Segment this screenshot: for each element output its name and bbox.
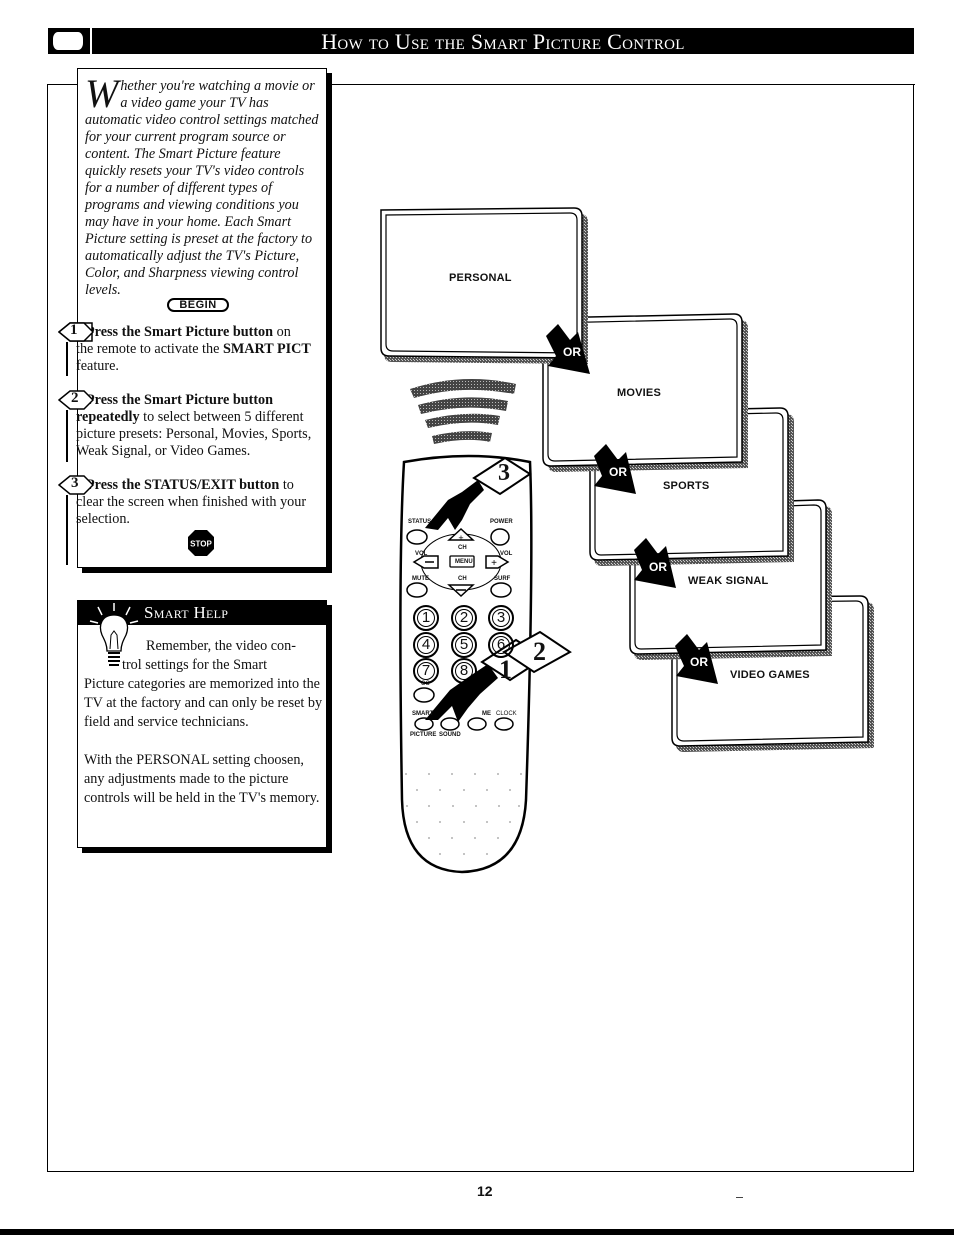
stray-mark [736, 1197, 743, 1198]
picture-label: PICTURE [410, 732, 437, 738]
ch-down-label: CH [458, 576, 467, 582]
stop-sign-icon: STOP [188, 530, 214, 556]
status-exit-button[interactable] [406, 529, 428, 545]
page-title-bar: How to Use the Smart Picture Control [92, 28, 914, 54]
or-label: OR [690, 655, 708, 669]
smart-help-title: Smart Help [144, 603, 229, 622]
frame-divider [47, 84, 77, 85]
or-label: OR [609, 465, 627, 479]
digit-button-5[interactable]: 5 [451, 632, 477, 658]
digit-button-4[interactable]: 4 [413, 632, 439, 658]
step-number: 2 [71, 390, 79, 406]
digit-button-7[interactable]: 7 [413, 658, 439, 684]
tv-label-personal: PERSONAL [449, 272, 512, 284]
page-title: How to Use the Smart Picture Control [321, 29, 685, 54]
menu-label[interactable]: MENU [455, 559, 473, 565]
vol-down-label: VOL [415, 551, 428, 557]
intro-paragraph: Whether you're watching a movie or a vid… [85, 71, 319, 299]
time-button[interactable] [467, 717, 487, 731]
smart-label: SMART [412, 711, 434, 717]
tv-label-video-games: VIDEO GAMES [730, 669, 810, 681]
callout-step-1: 1 [499, 655, 512, 684]
signal-waves-icon [410, 379, 516, 444]
sound-label: SOUND [439, 732, 461, 738]
ch-up-label: CH [458, 545, 467, 551]
svg-text:+: + [491, 558, 497, 569]
cc-button[interactable] [413, 687, 435, 703]
step-3: 3 Press the STATUS/EXIT button to clear … [58, 475, 320, 565]
step-connector [66, 495, 68, 565]
page-number: 12 [477, 1183, 493, 1199]
mute-label: MUTE [412, 576, 429, 582]
svg-text:STOP: STOP [190, 540, 212, 549]
callout-step-3: 3 [498, 460, 510, 486]
step-number: 1 [70, 322, 78, 338]
step-1: 1 Press the Smart Picture button on the … [58, 322, 320, 376]
vol-up-label: VOL [500, 551, 513, 557]
digit-button-1[interactable]: 1 [413, 605, 439, 631]
smart-help-text: Remember, the video con- trol settings f… [84, 638, 323, 806]
step-text: Press the Smart Picture button repeatedl… [76, 392, 312, 459]
step-connector [66, 342, 68, 376]
svg-text:+: + [458, 533, 463, 543]
step-number: 3 [71, 475, 79, 491]
digit-button-2[interactable]: 2 [451, 605, 477, 631]
surf-label: SURF [494, 576, 511, 582]
clock-button[interactable] [494, 717, 514, 731]
surf-button[interactable] [490, 582, 512, 598]
time-label: ME [482, 711, 491, 717]
frame-divider [330, 84, 915, 85]
or-label: OR [649, 560, 667, 574]
or-label: OR [563, 345, 581, 359]
clock-label: CLOCK [496, 711, 517, 717]
tv-icon [48, 28, 90, 54]
smart-sound-button[interactable] [440, 717, 460, 731]
power-button[interactable] [490, 528, 510, 546]
begin-badge: BEGIN [167, 298, 229, 312]
step-text: Press the STATUS/EXIT button to clear th… [76, 477, 307, 527]
drop-cap: W [85, 71, 119, 116]
mute-button[interactable] [406, 582, 428, 598]
status-label: STATUS [408, 519, 432, 525]
bottom-rule [0, 1229, 954, 1235]
step-connector [66, 410, 68, 462]
power-label: POWER [490, 519, 513, 525]
smart-help-box: Smart Help Remember, the video con- trol… [77, 600, 327, 848]
step-2: 2 Press the Smart Picture button repeate… [58, 390, 320, 462]
digit-button-8[interactable]: 8 [451, 658, 477, 684]
digit-button-3[interactable]: 3 [488, 605, 514, 631]
tv-label-weak-signal: WEAK SIGNAL [688, 575, 769, 587]
callout-step-2: 2 [533, 637, 546, 666]
instructions-box: Whether you're watching a movie or a vid… [58, 68, 327, 568]
tv-label-movies: MOVIES [617, 387, 661, 399]
step-text: Press the Smart Picture button on the re… [76, 324, 311, 374]
tv-label-sports: SPORTS [663, 480, 710, 492]
